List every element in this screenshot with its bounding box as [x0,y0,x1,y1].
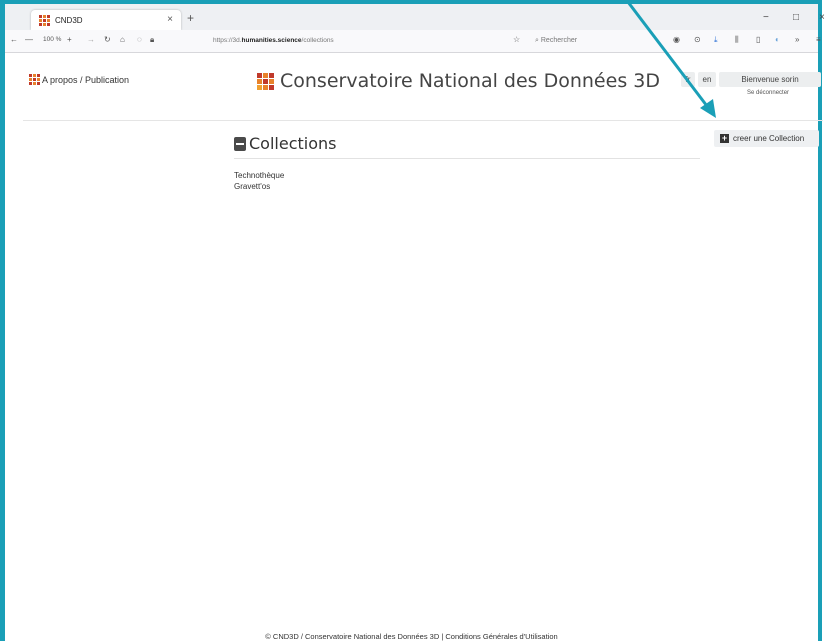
collections-list: Technothèque Gravett'os [234,170,284,192]
logout-link[interactable]: Se déconnecter [747,90,789,96]
collections-divider [234,158,700,159]
menu-icon[interactable]: ≡ [816,35,821,44]
tab-bar: CND3D × + − □ × [5,4,825,30]
search-placeholder: Rechercher [540,37,578,44]
home-icon[interactable]: ⌂ [120,35,125,44]
shield-icon[interactable]: ◌ [137,35,142,44]
create-collection-button[interactable]: + creer une Collection [714,130,819,147]
page-title-text: Collections [249,134,337,153]
library-icon[interactable]: ⫼ [735,35,739,45]
new-tab-button[interactable]: + [187,11,194,25]
page-title: Collections [234,134,336,153]
plus-square-icon: + [720,133,729,143]
url-path: /collections [301,37,334,44]
collection-item-technotheque[interactable]: Technothèque [234,170,284,181]
collection-item-gravettos[interactable]: Gravett'os [234,181,284,192]
tab-title: CND3D [55,15,83,25]
site-title-text: Conservatoire National des Données 3D [280,70,660,92]
site-title[interactable]: Conservatoire National des Données 3D [257,70,660,92]
url-prefix: https://3d. [213,37,242,44]
maximize-icon[interactable]: □ [793,12,799,23]
search-icon: ⌕ [535,37,539,44]
create-collection-label: creer une Collection [733,134,805,143]
book-icon [234,136,246,151]
cnd3d-logo-icon [257,72,274,90]
footer: © CND3D / Conservatoire National des Don… [265,632,558,641]
reload-icon[interactable]: ↻ [104,35,111,44]
bookmark-star-icon[interactable]: ☆ [513,35,520,44]
browser-tab[interactable]: CND3D × [31,10,181,30]
download-icon[interactable]: ⤓ [714,35,718,45]
lang-fr-button[interactable]: fr [681,72,695,87]
close-window-icon[interactable]: × [819,12,825,23]
overflow-chevron-icon[interactable]: » [795,35,799,44]
extension-icon[interactable]: ◉ [673,35,680,44]
sidebar-icon[interactable]: ▯ [756,35,760,44]
url-domain: humanities.science [241,37,302,44]
zoom-in-button[interactable]: + [67,35,72,44]
navigation-bar: ← — 100 % + → ↻ ⌂ ◌ 🔒︎ https://3d.humani… [5,30,821,53]
address-bar[interactable]: https://3d.humanities.science/collection… [213,33,493,48]
header-divider [23,120,823,121]
about-link-label: A propos / Publication [42,74,130,85]
zoom-level[interactable]: 100 % [43,36,61,43]
welcome-user-button[interactable]: Bienvenue sorin [719,72,821,87]
lang-en-button[interactable]: en [698,72,716,87]
lock-icon[interactable]: 🔒︎ [150,35,154,45]
zoom-out-button[interactable]: — [25,35,33,44]
account-icon[interactable]: ◐ [775,35,780,44]
about-link[interactable]: A propos / Publication [29,74,129,85]
pocket-icon[interactable]: ⊙ [694,35,701,44]
cnd3d-logo-icon [29,74,40,85]
tab-close-icon[interactable]: × [167,14,173,25]
cnd3d-favicon-icon [39,14,50,26]
minimize-icon[interactable]: − [763,12,769,23]
back-icon[interactable]: ← [10,35,18,44]
search-box[interactable]: ⌕ Rechercher [535,33,577,48]
browser-window: CND3D × + − □ × ← — 100 % + → ↻ ⌂ ◌ 🔒︎ h… [0,0,825,641]
forward-icon[interactable]: → [87,35,95,44]
